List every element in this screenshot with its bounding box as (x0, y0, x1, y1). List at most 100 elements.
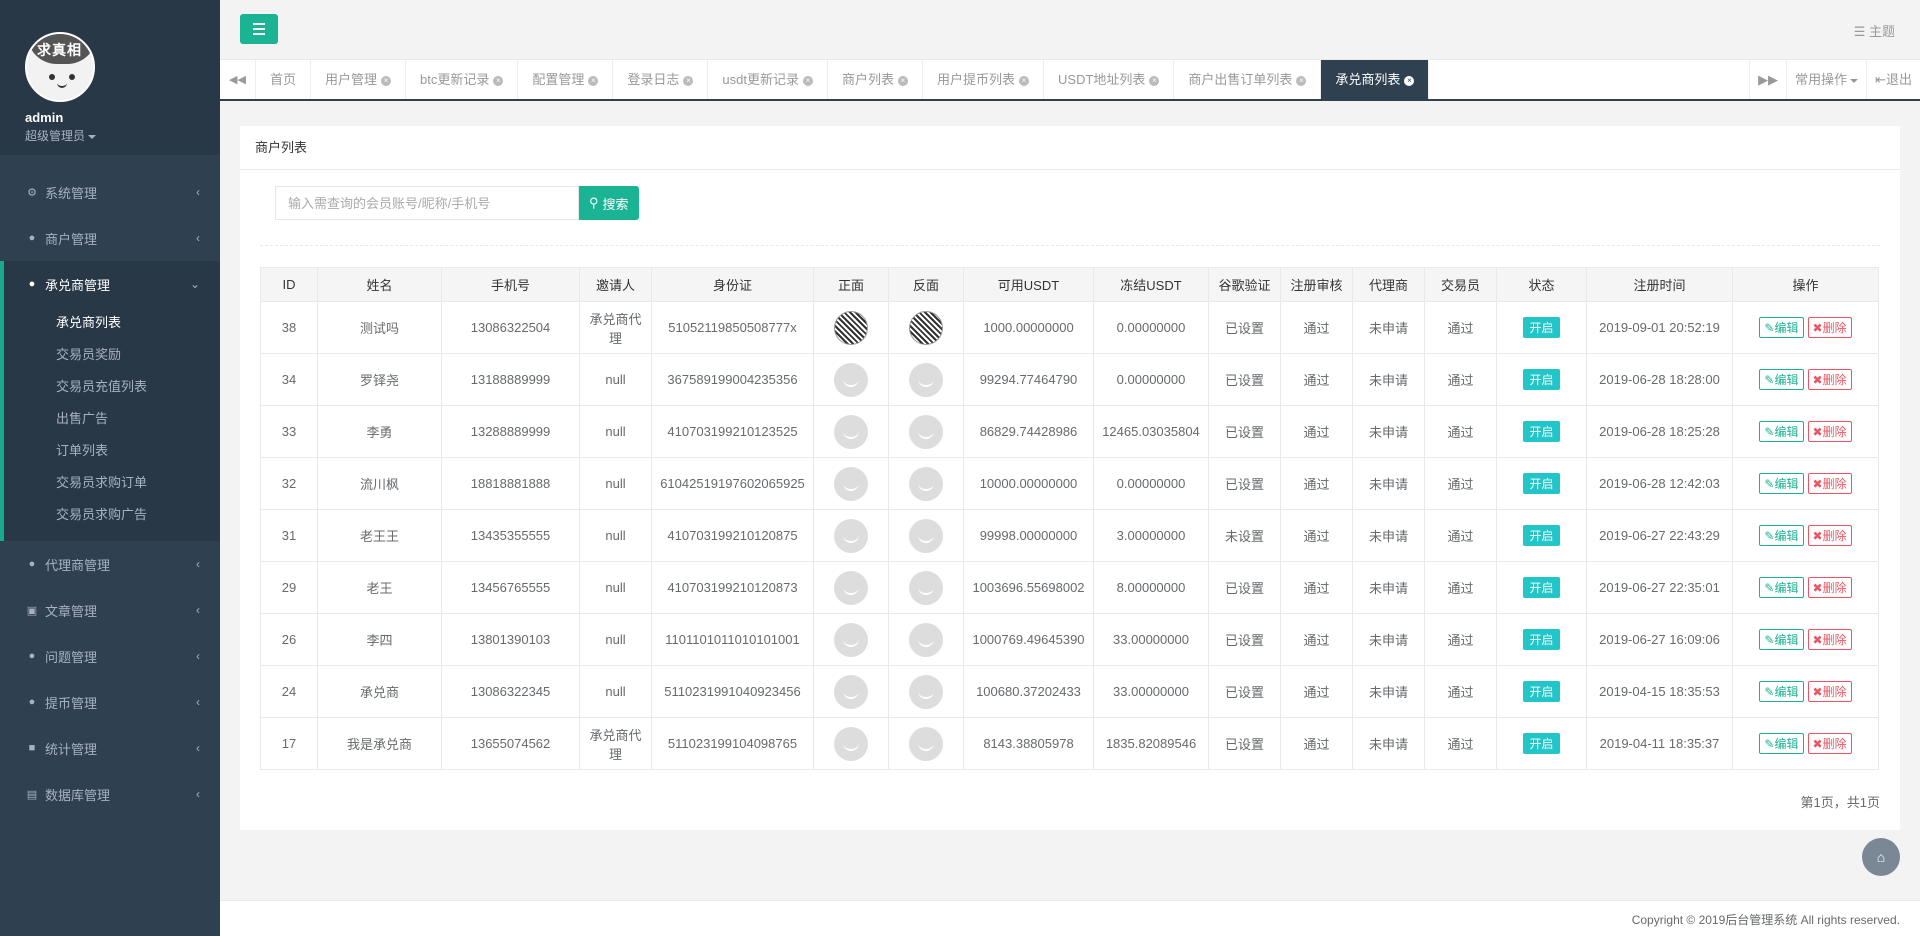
delete-button[interactable]: ✖删除 (1807, 733, 1852, 754)
edit-button[interactable]: ✎编辑 (1759, 525, 1804, 546)
close-icon[interactable]: × (1296, 75, 1307, 86)
id-photo-thumbnail[interactable] (909, 518, 943, 553)
id-photo-thumbnail[interactable] (834, 414, 868, 449)
submenu-item[interactable]: 交易员充值列表 (4, 371, 220, 403)
status-badge[interactable]: 开启 (1523, 681, 1560, 702)
id-photo-thumbnail[interactable] (909, 726, 943, 761)
tab-scroll-left-icon[interactable]: ◀◀ (220, 60, 256, 99)
tab[interactable]: 首页 (256, 60, 312, 99)
status-badge[interactable]: 开启 (1523, 473, 1560, 494)
avatar[interactable]: 求真相 (25, 32, 95, 102)
delete-button[interactable]: ✖删除 (1807, 421, 1852, 442)
delete-button[interactable]: ✖删除 (1807, 629, 1852, 650)
home-icon[interactable]: ⌂ (1862, 838, 1900, 876)
tab-label: btc更新记录 (420, 72, 490, 87)
id-photo-thumbnail[interactable] (909, 362, 943, 397)
tab[interactable]: btc更新记录 × (406, 60, 519, 99)
delete-button[interactable]: ✖删除 (1807, 317, 1852, 338)
tab[interactable]: 承兑商列表 × (1321, 60, 1430, 99)
tab[interactable]: 配置管理 × (518, 60, 614, 99)
status-badge[interactable]: 开启 (1523, 733, 1560, 754)
sidebar-item[interactable]: ● 提币管理 ‹ (0, 679, 220, 725)
edit-button[interactable]: ✎编辑 (1759, 629, 1804, 650)
sidebar-item[interactable]: ● 问题管理 ‹ (0, 633, 220, 679)
close-icon[interactable]: × (1404, 75, 1415, 86)
id-photo-thumbnail[interactable] (834, 622, 868, 657)
delete-button[interactable]: ✖删除 (1807, 525, 1852, 546)
close-icon[interactable]: × (381, 75, 392, 86)
id-photo-thumbnail[interactable] (834, 362, 868, 397)
submenu-item[interactable]: 交易员奖励 (4, 339, 220, 371)
close-icon[interactable]: × (493, 75, 504, 86)
sidebar-item[interactable]: ■ 统计管理 ‹ (0, 725, 220, 771)
cell-frozen: 0.00000000 (1093, 457, 1209, 510)
id-photo-thumbnail[interactable] (834, 570, 868, 605)
edit-button[interactable]: ✎编辑 (1759, 473, 1804, 494)
column-header: 身份证 (651, 267, 814, 302)
sidebar-item[interactable]: ● 代理商管理 ‹ (0, 541, 220, 587)
theme-button[interactable]: ☰ 主题 (1854, 21, 1895, 40)
id-photo-thumbnail[interactable] (909, 414, 943, 449)
tab[interactable]: 商户列表 × (828, 60, 923, 99)
status-badge[interactable]: 开启 (1523, 369, 1560, 390)
status-badge[interactable]: 开启 (1523, 421, 1560, 442)
status-badge[interactable]: 开启 (1523, 577, 1560, 598)
submenu-item[interactable]: 出售广告 (4, 403, 220, 435)
id-photo-thumbnail[interactable] (834, 726, 868, 761)
delete-button[interactable]: ✖删除 (1807, 369, 1852, 390)
menu-toggle-button[interactable] (240, 14, 278, 44)
tab[interactable]: usdt更新记录 × (708, 60, 828, 99)
tab[interactable]: 商户出售订单列表 × (1174, 60, 1322, 99)
close-icon[interactable]: × (683, 75, 694, 86)
id-photo-thumbnail[interactable] (834, 518, 868, 553)
logout-button[interactable]: ⇤退出 (1866, 60, 1920, 99)
tab[interactable]: 用户提币列表 × (923, 60, 1045, 99)
sidebar-item[interactable]: ▤ 数据库管理 ‹ (0, 771, 220, 817)
id-photo-thumbnail[interactable] (909, 466, 943, 501)
id-photo-thumbnail[interactable] (909, 310, 943, 345)
sidebar-item[interactable]: ● 商户管理 ‹ (0, 215, 220, 261)
edit-button[interactable]: ✎编辑 (1759, 681, 1804, 702)
edit-button[interactable]: ✎编辑 (1759, 733, 1804, 754)
close-icon[interactable]: × (1019, 75, 1030, 86)
tab-scroll-right-icon[interactable]: ▶▶ (1749, 60, 1786, 99)
id-photo-thumbnail[interactable] (834, 310, 868, 345)
submenu-item[interactable]: 订单列表 (4, 435, 220, 467)
submenu-item[interactable]: 交易员求购广告 (4, 499, 220, 531)
delete-button[interactable]: ✖删除 (1807, 577, 1852, 598)
tab[interactable]: 登录日志 × (613, 60, 709, 99)
submenu-item[interactable]: 承兑商列表 (4, 307, 220, 339)
sidebar-item-label: 统计管理 (45, 741, 98, 757)
id-photo-thumbnail[interactable] (909, 570, 943, 605)
status-badge[interactable]: 开启 (1523, 525, 1560, 546)
id-photo-thumbnail[interactable] (909, 622, 943, 657)
search-button[interactable]: ⚲ 搜索 (579, 186, 639, 220)
delete-button[interactable]: ✖删除 (1807, 473, 1852, 494)
role-dropdown[interactable]: 超级管理员 (25, 127, 220, 144)
tab[interactable]: USDT地址列表 × (1044, 60, 1175, 99)
submenu-item[interactable]: 交易员求购订单 (4, 467, 220, 499)
sidebar-item-acceptor-management[interactable]: ● 承兑商管理 ⌄ (4, 261, 220, 307)
status-badge[interactable]: 开启 (1523, 317, 1560, 338)
delete-button[interactable]: ✖删除 (1807, 681, 1852, 702)
search-input[interactable] (275, 186, 579, 220)
close-icon[interactable]: × (898, 75, 908, 86)
status-badge[interactable]: 开启 (1523, 629, 1560, 650)
edit-button[interactable]: ✎编辑 (1759, 369, 1804, 390)
close-icon[interactable]: × (1149, 75, 1160, 86)
status-cell: 开启 (1496, 301, 1587, 354)
acceptor-table: ID 姓名 手机号 邀请人 身份证 正面 反面 可用USDT 冻结USDT 谷歌验证 注册审核 代理商… (260, 267, 1879, 770)
sidebar-item[interactable]: ▣ 文章管理 ‹ (0, 587, 220, 633)
tab[interactable]: 用户管理 × (311, 60, 407, 99)
id-photo-thumbnail[interactable] (834, 466, 868, 501)
sidebar-item[interactable]: ⚙ 系统管理 ‹ (0, 169, 220, 215)
id-photo-thumbnail[interactable] (909, 674, 943, 709)
edit-button[interactable]: ✎编辑 (1759, 421, 1804, 442)
id-photo-thumbnail[interactable] (834, 674, 868, 709)
close-icon[interactable]: × (802, 75, 813, 86)
column-header: ID (260, 267, 318, 302)
common-ops-dropdown[interactable]: 常用操作 (1786, 60, 1866, 99)
edit-button[interactable]: ✎编辑 (1759, 577, 1804, 598)
close-icon[interactable]: × (588, 75, 599, 86)
edit-button[interactable]: ✎编辑 (1759, 317, 1804, 338)
